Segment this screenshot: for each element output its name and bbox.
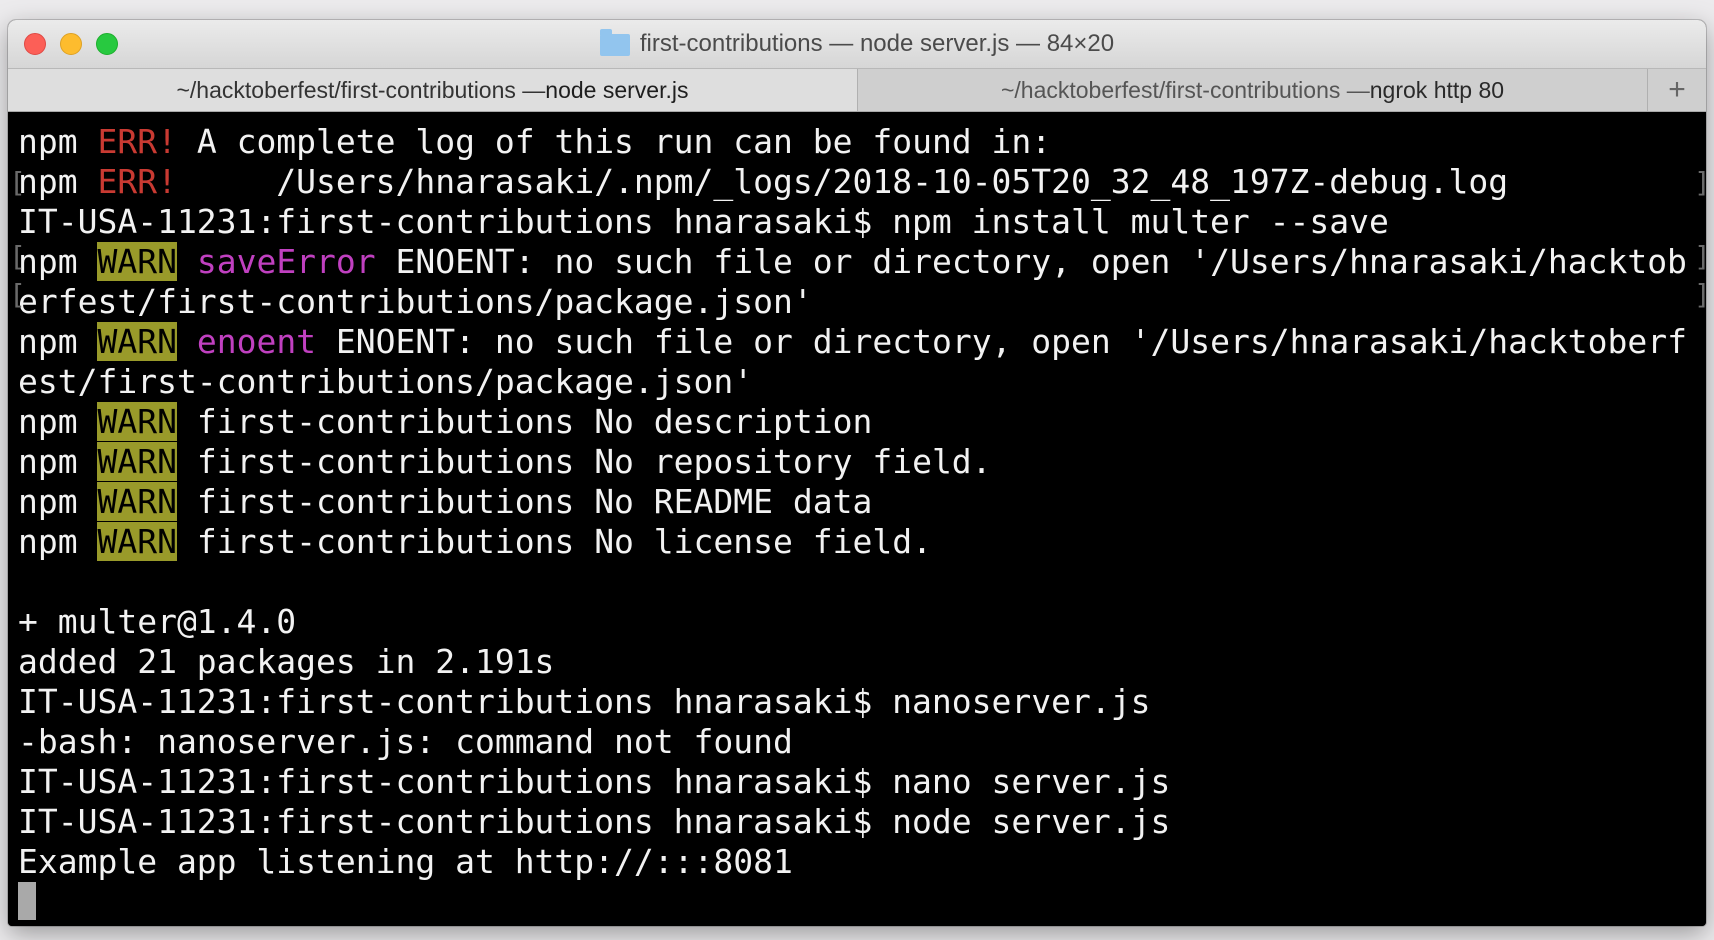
terminal-text: first-contributions No README data xyxy=(176,482,873,521)
tab-command: node server.js xyxy=(545,76,689,103)
terminal-line: IT-USA-11231:first-contributions hnarasa… xyxy=(18,762,1706,802)
terminal-line: IT-USA-11231:first-contributions hnarasa… xyxy=(18,802,1706,842)
terminal-text: npm xyxy=(18,122,98,161)
terminal-text: npm xyxy=(18,442,98,481)
terminal-text: -bash: nanoserver.js: command not found xyxy=(18,722,793,761)
terminal-text: ENOENT: no such file or directory, open … xyxy=(316,322,1687,361)
terminal-line: npm ERR! /Users/hnarasaki/.npm/_logs/201… xyxy=(18,162,1706,202)
terminal-text: first-contributions No description xyxy=(176,402,873,441)
terminal-text: IT-USA-11231:first-contributions hnarasa… xyxy=(18,762,1171,801)
terminal-line: npm ERR! A complete log of this run can … xyxy=(18,122,1706,162)
err-label: ERR! xyxy=(97,122,177,161)
warn-badge: WARN xyxy=(97,402,177,441)
prompt-line xyxy=(18,882,1706,922)
terminal-text: A complete log of this run can be found … xyxy=(176,122,1052,161)
terminal-text: npm xyxy=(18,242,98,281)
warn-badge: WARN xyxy=(97,322,177,361)
mark-bracket-right: ] xyxy=(1694,166,1706,199)
terminal-text: IT-USA-11231:first-contributions hnarasa… xyxy=(18,202,1389,241)
mark-bracket-left: [ xyxy=(9,278,26,311)
terminal-line: IT-USA-11231:first-contributions hnarasa… xyxy=(18,202,1706,242)
terminal-text: npm xyxy=(18,162,98,201)
new-tab-button[interactable]: + xyxy=(1648,69,1706,111)
mark-bracket-right: ] xyxy=(1694,278,1706,311)
terminal-text: est/first-contributions/package.json' xyxy=(18,362,754,401)
window-title: first-contributions — node server.js — 8… xyxy=(8,20,1706,68)
terminal-line: -bash: nanoserver.js: command not found xyxy=(18,722,1706,762)
terminal-line: erfest/first-contributions/package.json' xyxy=(18,282,1706,322)
terminal-line: added 21 packages in 2.191s xyxy=(18,642,1706,682)
mark-bracket-right: ] xyxy=(1694,240,1706,273)
text-cursor xyxy=(18,882,36,920)
terminal-text: erfest/first-contributions/package.json' xyxy=(18,282,813,321)
tab-bar: ~/hacktoberfest/first-contributions — no… xyxy=(8,68,1706,112)
terminal-line: + multer@1.4.0 xyxy=(18,602,1706,642)
terminal-text: IT-USA-11231:first-contributions hnarasa… xyxy=(18,802,1171,841)
warn-badge: WARN xyxy=(97,442,177,481)
terminal-text: npm xyxy=(18,402,98,441)
terminal-line: npm WARN first-contributions No reposito… xyxy=(18,442,1706,482)
tab-ngrok[interactable]: ~/hacktoberfest/first-contributions — ng… xyxy=(858,69,1648,111)
warn-badge: WARN xyxy=(97,242,177,281)
warning-code: enoent xyxy=(196,322,317,361)
window-title-text: first-contributions — node server.js — 8… xyxy=(639,30,1115,57)
tab-path: ~/hacktoberfest/first-contributions — xyxy=(176,76,546,103)
terminal-text: npm xyxy=(18,322,98,361)
terminal-line: npm WARN enoent ENOENT: no such file or … xyxy=(18,322,1706,362)
terminal-line: IT-USA-11231:first-contributions hnarasa… xyxy=(18,682,1706,722)
warn-badge: WARN xyxy=(97,522,177,561)
mark-bracket-left: [ xyxy=(9,240,26,273)
terminal-text: first-contributions No repository field. xyxy=(176,442,992,481)
terminal-line: Example app listening at http://:::8081 xyxy=(18,842,1706,882)
terminal-text: ENOENT: no such file or directory, open … xyxy=(375,242,1687,281)
err-label: ERR! xyxy=(97,162,177,201)
terminal-text: IT-USA-11231:first-contributions hnarasa… xyxy=(18,682,1151,721)
warning-code: saveError xyxy=(196,242,376,281)
terminal-text: + multer@1.4.0 xyxy=(18,602,297,641)
tab-node-server[interactable]: ~/hacktoberfest/first-contributions — no… xyxy=(8,69,858,111)
mark-bracket-left: [ xyxy=(9,166,26,199)
tab-command: ngrok http 80 xyxy=(1369,76,1505,103)
terminal-text: Example app listening at http://:::8081 xyxy=(18,842,793,881)
warn-badge: WARN xyxy=(97,482,177,521)
folder-icon xyxy=(599,29,630,56)
terminal-text: added 21 packages in 2.191s xyxy=(18,642,555,681)
terminal-line: npm WARN first-contributions No license … xyxy=(18,522,1706,562)
terminal-line: npm WARN first-contributions No README d… xyxy=(18,482,1706,522)
terminal-text: npm xyxy=(18,482,98,521)
terminal-line: npm WARN saveError ENOENT: no such file … xyxy=(18,242,1706,282)
terminal-text: /Users/hnarasaki/.npm/_logs/2018-10-05T2… xyxy=(176,162,1509,201)
terminal-window: first-contributions — node server.js — 8… xyxy=(8,20,1706,926)
terminal-output[interactable]: npm ERR! A complete log of this run can … xyxy=(8,112,1706,926)
terminal-line: npm WARN first-contributions No descript… xyxy=(18,402,1706,442)
tab-path: ~/hacktoberfest/first-contributions — xyxy=(1000,76,1370,103)
terminal-text: npm xyxy=(18,522,98,561)
terminal-text: first-contributions No license field. xyxy=(176,522,932,561)
terminal-line: est/first-contributions/package.json' xyxy=(18,362,1706,402)
title-bar[interactable]: first-contributions — node server.js — 8… xyxy=(8,20,1706,68)
